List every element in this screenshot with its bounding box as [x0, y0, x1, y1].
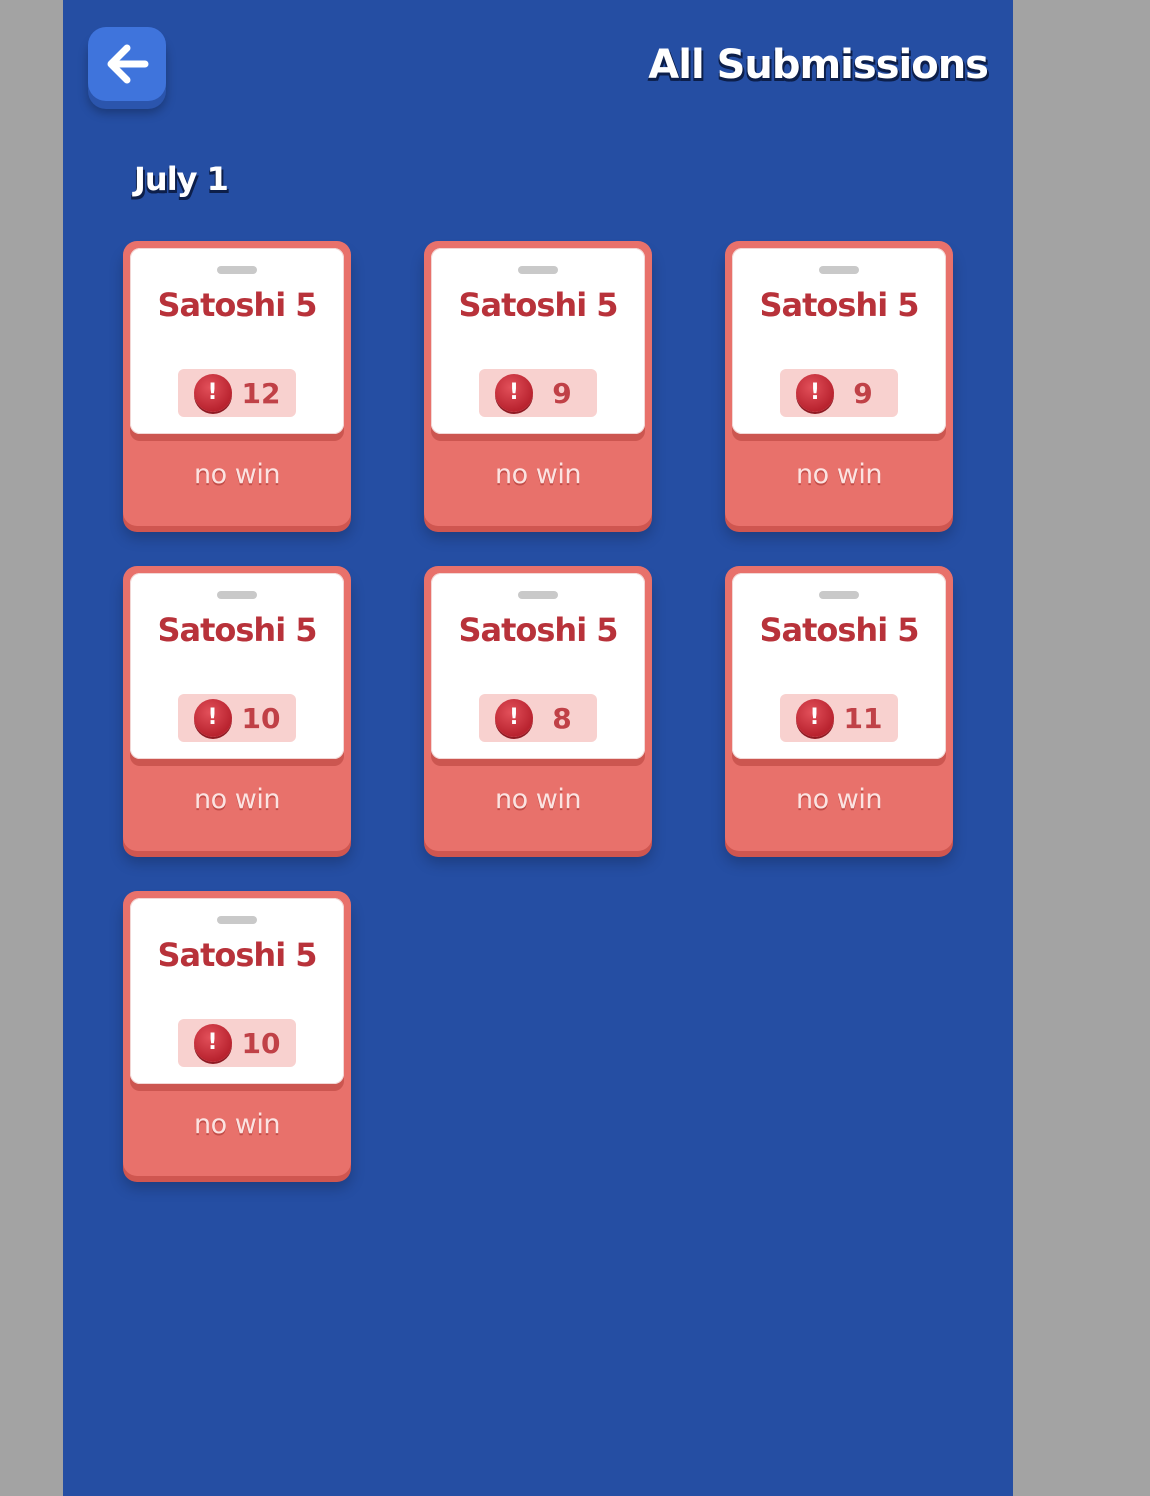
submission-card[interactable]: Satoshi 5 ! 10 no win — [123, 891, 351, 1176]
card-body: Satoshi 5 ! 11 — [732, 573, 946, 759]
submissions-screen: All Submissions July 1 Satoshi 5 ! 12 no… — [63, 0, 1013, 1496]
card-title: Satoshi 5 — [759, 611, 919, 649]
submissions-grid: Satoshi 5 ! 12 no win Satoshi 5 ! 9 no w… — [123, 241, 953, 1176]
grip-handle — [819, 591, 859, 599]
error-count-badge: ! 10 — [178, 694, 296, 742]
grip-handle — [518, 591, 558, 599]
card-title: Satoshi 5 — [157, 611, 317, 649]
submission-card[interactable]: Satoshi 5 ! 9 no win — [424, 241, 652, 526]
grip-handle — [819, 266, 859, 274]
result-label: no win — [796, 459, 882, 490]
alert-icon: ! — [795, 699, 834, 737]
error-count-badge: ! 12 — [178, 369, 296, 417]
error-count: 10 — [241, 701, 281, 735]
card-title: Satoshi 5 — [458, 286, 618, 324]
card-body: Satoshi 5 ! 9 — [431, 248, 645, 434]
arrow-left-icon — [105, 44, 149, 84]
error-count-badge: ! 9 — [780, 369, 898, 417]
grip-handle — [518, 266, 558, 274]
error-count: 9 — [853, 376, 873, 410]
result-label: no win — [194, 459, 280, 490]
card-body: Satoshi 5 ! 9 — [732, 248, 946, 434]
error-count-badge: ! 10 — [178, 1019, 296, 1067]
result-label: no win — [194, 1109, 280, 1140]
card-body: Satoshi 5 ! 10 — [130, 573, 344, 759]
submission-card[interactable]: Satoshi 5 ! 9 no win — [725, 241, 953, 526]
card-title: Satoshi 5 — [759, 286, 919, 324]
card-title: Satoshi 5 — [157, 286, 317, 324]
alert-icon: ! — [193, 699, 232, 737]
result-label: no win — [194, 784, 280, 815]
error-count: 11 — [843, 701, 883, 735]
error-count: 10 — [241, 1026, 281, 1060]
alert-icon: ! — [495, 699, 533, 737]
submission-card[interactable]: Satoshi 5 ! 11 no win — [725, 566, 953, 851]
date-heading: July 1 — [134, 160, 229, 198]
alert-icon: ! — [796, 374, 834, 412]
error-count-badge: ! 8 — [479, 694, 597, 742]
error-count: 9 — [552, 376, 572, 410]
card-body: Satoshi 5 ! 12 — [130, 248, 344, 434]
error-count-badge: ! 11 — [780, 694, 898, 742]
submission-card[interactable]: Satoshi 5 ! 10 no win — [123, 566, 351, 851]
card-body: Satoshi 5 ! 10 — [130, 898, 344, 1084]
alert-icon: ! — [193, 374, 232, 412]
back-button[interactable] — [88, 27, 166, 101]
error-count: 12 — [241, 376, 281, 410]
error-count-badge: ! 9 — [479, 369, 597, 417]
alert-icon: ! — [193, 1024, 232, 1062]
card-title: Satoshi 5 — [458, 611, 618, 649]
grip-handle — [217, 916, 257, 924]
grip-handle — [217, 591, 257, 599]
card-title: Satoshi 5 — [157, 936, 317, 974]
result-label: no win — [495, 459, 581, 490]
error-count: 8 — [552, 701, 572, 735]
grip-handle — [217, 266, 257, 274]
page-title: All Submissions — [648, 42, 989, 88]
submission-card[interactable]: Satoshi 5 ! 12 no win — [123, 241, 351, 526]
alert-icon: ! — [495, 374, 533, 412]
card-body: Satoshi 5 ! 8 — [431, 573, 645, 759]
result-label: no win — [495, 784, 581, 815]
result-label: no win — [796, 784, 882, 815]
submission-card[interactable]: Satoshi 5 ! 8 no win — [424, 566, 652, 851]
